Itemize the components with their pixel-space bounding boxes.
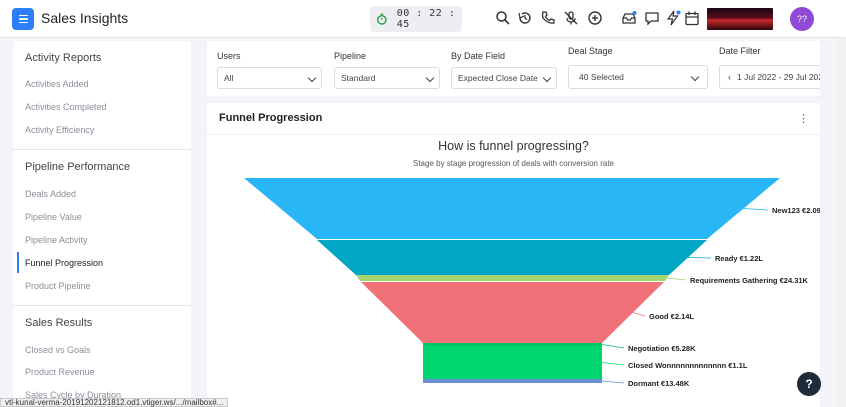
users-filter-select[interactable]: All: [217, 67, 322, 89]
sidebar-item-activities-completed[interactable]: Activities Completed: [25, 102, 107, 112]
funnel-leader-line: [743, 208, 769, 211]
sidebar-item-product-pipeline[interactable]: Product Pipeline: [25, 281, 91, 291]
sidebar-item-activities-added[interactable]: Activities Added: [25, 79, 89, 89]
avatar[interactable]: ??: [790, 7, 814, 31]
sidebar-item-activity-efficiency[interactable]: Activity Efficiency: [25, 125, 94, 135]
funnel-leader-line: [687, 257, 712, 259]
sidebar-item-closed-vs-goals[interactable]: Closed vs Goals: [25, 345, 91, 355]
date-field-filter-value: Expected Close Date: [458, 73, 538, 83]
chevron-down-icon: [425, 73, 435, 83]
funnel-stage[interactable]: [244, 178, 780, 239]
sidebar-item-pipeline-activity[interactable]: Pipeline Activity: [25, 235, 88, 245]
funnel-stage[interactable]: [423, 343, 602, 346]
filters-bar: Users All Pipeline Standard By Date Fiel…: [207, 41, 820, 96]
chevron-down-icon: [307, 73, 317, 83]
top-header: Sales Insights 00 : 22 : 45 ??: [0, 0, 846, 38]
date-filter-value: 1 Jul 2022 - 29 Jul 2022: [737, 72, 820, 82]
section-title-pipeline-performance: Pipeline Performance: [25, 161, 131, 173]
section-divider: [13, 305, 191, 306]
sidebar-item-product-revenue[interactable]: Product Revenue: [25, 367, 95, 377]
funnel-stage[interactable]: [317, 240, 707, 275]
sidebar-item-funnel-progression[interactable]: Funnel Progression: [25, 258, 103, 268]
funnel-stage[interactable]: [423, 379, 602, 383]
users-filter-label: Users: [217, 51, 241, 61]
section-title-sales-results: Sales Results: [25, 317, 93, 329]
call-timer[interactable]: 00 : 22 : 45: [370, 6, 462, 32]
funnel-stage[interactable]: [356, 275, 669, 281]
app-title: Sales Insights: [41, 10, 129, 26]
status-bar-url: vtl-kunal-verma-20191202121812.od1.vtige…: [0, 398, 229, 407]
funnel-stage[interactable]: [361, 282, 664, 343]
chevron-left-icon[interactable]: ‹: [728, 72, 731, 82]
page-scrollbar[interactable]: [838, 38, 846, 407]
funnel-stage-label: Closed Wonnnnnnnnnnnnn €1.1L: [628, 361, 748, 370]
profile-banner-image: [707, 8, 773, 30]
users-filter-value: All: [224, 73, 234, 83]
funnel-progression-card: Funnel Progression ⋮ How is funnel progr…: [207, 103, 820, 407]
sidebar-item-pipeline-value[interactable]: Pipeline Value: [25, 212, 82, 222]
funnel-leader-line: [601, 344, 625, 349]
funnel-stage[interactable]: [423, 346, 602, 379]
sidebar-item-deals-added[interactable]: Deals Added: [25, 189, 76, 199]
inbox-icon[interactable]: [621, 10, 637, 26]
hamburger-icon[interactable]: [12, 8, 34, 30]
help-button[interactable]: ?: [797, 372, 821, 396]
phone-icon[interactable]: [540, 10, 556, 26]
pipeline-filter-value: Standard: [341, 73, 376, 83]
pipeline-filter-label: Pipeline: [334, 51, 367, 61]
funnel-leader-line: [666, 277, 687, 281]
funnel-stage-label: Dormant €13.48K: [628, 379, 690, 388]
history-icon[interactable]: [517, 10, 533, 26]
deal-stage-filter-label: Deal Stage: [568, 46, 613, 56]
add-icon[interactable]: [587, 10, 603, 26]
pipeline-filter-select[interactable]: Standard: [334, 67, 440, 89]
chevron-down-icon: [690, 72, 700, 82]
funnel-leader-line: [632, 312, 646, 317]
stopwatch-icon: [377, 13, 387, 25]
funnel-stage-label: Good €2.14L: [649, 312, 694, 321]
date-filter-label: Date Filter: [719, 46, 761, 56]
active-indicator: [17, 252, 19, 273]
section-title-activity-reports: Activity Reports: [25, 52, 102, 64]
sidebar: Activity Reports Activities Added Activi…: [13, 41, 191, 407]
funnel-leader-line: [601, 362, 625, 366]
funnel-chart: New123 €2.09 Ready €1.22L Requirements Gat…: [244, 178, 820, 388]
date-field-filter-label: By Date Field: [451, 51, 506, 61]
deal-stage-filter-select[interactable]: 40 Selected: [568, 65, 708, 89]
calendar-icon[interactable]: [684, 10, 700, 26]
mute-icon[interactable]: [563, 10, 579, 26]
chevron-down-icon: [542, 73, 552, 83]
date-field-filter-select[interactable]: Expected Close Date: [451, 67, 557, 89]
timer-text: 00 : 22 : 45: [396, 8, 456, 30]
date-filter-input[interactable]: ‹ 1 Jul 2022 - 29 Jul 2022: [719, 65, 820, 89]
flash-icon[interactable]: [665, 10, 681, 26]
funnel-stage-label: Negotiation €5.28K: [628, 344, 696, 353]
help-icon: ?: [805, 377, 813, 391]
funnel-stage-label: New123 €2.09: [772, 206, 820, 215]
funnel-leader-line: [601, 380, 625, 384]
deal-stage-filter-value: 40 Selected: [579, 72, 624, 82]
search-icon[interactable]: [495, 10, 511, 26]
chat-icon[interactable]: [644, 10, 660, 26]
section-divider: [13, 149, 191, 150]
funnel-stage-label: Requirements Gathering €24.31K: [690, 276, 809, 285]
funnel-stage-label: Ready €1.22L: [715, 254, 763, 263]
